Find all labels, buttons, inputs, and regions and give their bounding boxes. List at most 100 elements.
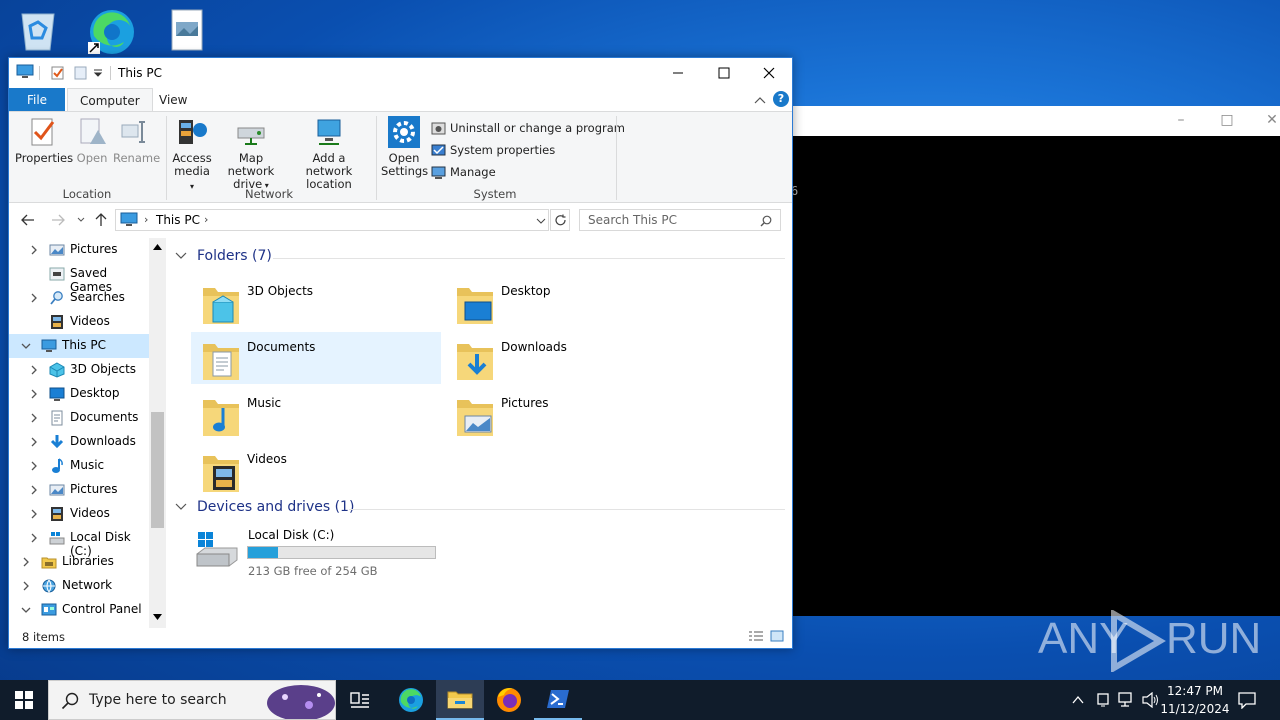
collapse-ribbon-icon[interactable] — [754, 95, 766, 105]
search-input[interactable]: Search This PC — [588, 213, 677, 227]
chevron-right-icon[interactable] — [29, 365, 39, 375]
device-icon[interactable] — [1096, 692, 1110, 708]
minimize-button[interactable] — [655, 58, 701, 88]
chevron-down-icon[interactable] — [21, 341, 31, 351]
manage-button[interactable]: Manage — [431, 163, 496, 181]
details-view-icon[interactable] — [748, 630, 764, 642]
taskbar-edge-button[interactable] — [387, 680, 435, 720]
chevron-right-icon[interactable] — [29, 533, 39, 543]
tree-item[interactable]: Documents — [9, 406, 149, 430]
network-status-icon[interactable] — [1118, 692, 1136, 708]
task-view-button[interactable] — [336, 680, 384, 720]
recent-dropdown-icon[interactable] — [77, 216, 85, 224]
tree-item[interactable]: Music — [9, 454, 149, 478]
tree-item[interactable]: Local Disk (C:) — [9, 526, 149, 558]
start-button[interactable] — [0, 680, 48, 720]
chevron-right-icon[interactable] — [29, 485, 39, 495]
taskbar-firefox-button[interactable] — [485, 680, 533, 720]
recycle-bin-icon[interactable] — [16, 8, 60, 56]
folder-item[interactable]: Documents — [191, 332, 441, 384]
tab-file[interactable]: File — [9, 88, 65, 112]
scroll-thumb[interactable] — [151, 412, 164, 528]
folders-group-header[interactable]: Folders (7) — [175, 248, 272, 264]
chevron-right-icon[interactable] — [29, 509, 39, 519]
chevron-right-icon[interactable] — [21, 557, 31, 567]
tree-scrollbar[interactable] — [149, 238, 166, 628]
qat-dropdown-icon[interactable] — [93, 68, 103, 78]
tree-item[interactable]: Network — [9, 574, 149, 598]
volume-icon[interactable] — [1142, 692, 1160, 708]
chevron-right-icon[interactable] — [29, 437, 39, 447]
tree-item[interactable]: Desktop — [9, 382, 149, 406]
explorer-window[interactable]: This PC File Computer View ? Properties … — [8, 57, 793, 649]
tree-item[interactable]: Downloads — [9, 430, 149, 454]
address-bar[interactable]: › This PC › — [115, 209, 549, 231]
tree-item[interactable]: 3D Objects — [9, 358, 149, 382]
uninstall-program-button[interactable]: Uninstall or change a program — [431, 119, 625, 137]
content-pane[interactable]: Folders (7) 3D Objects Desktop Documents — [167, 238, 792, 628]
forward-arrow-icon[interactable] — [51, 214, 65, 226]
map-network-drive-button[interactable]: Map network drive ▾ — [215, 116, 287, 192]
system-properties-button[interactable]: System properties — [431, 141, 555, 159]
show-hidden-icons-icon[interactable] — [1072, 695, 1084, 704]
taskbar-explorer-button[interactable] — [436, 680, 484, 720]
tree-item[interactable]: Searches — [9, 286, 149, 310]
console-maximize-icon[interactable]: □ — [1219, 112, 1235, 128]
folder-item[interactable]: 3D Objects — [191, 276, 441, 328]
chevron-right-icon[interactable] — [29, 389, 39, 399]
large-icons-view-icon[interactable] — [770, 630, 784, 642]
console-minimize-icon[interactable]: – — [1173, 112, 1189, 128]
open-button[interactable]: Open — [75, 116, 109, 165]
folder-item[interactable]: Pictures — [445, 388, 695, 440]
chevron-right-icon[interactable] — [29, 461, 39, 471]
rename-button[interactable]: Rename — [113, 116, 160, 165]
new-folder-qat-icon[interactable] — [73, 65, 89, 81]
notifications-icon[interactable] — [1238, 691, 1256, 709]
tree-item[interactable]: This PC — [9, 334, 149, 358]
drives-group-header[interactable]: Devices and drives (1) — [175, 499, 354, 515]
tree-item[interactable]: Saved Games — [9, 262, 149, 294]
chevron-down-icon[interactable] — [21, 605, 31, 615]
scroll-up-icon[interactable] — [153, 244, 162, 250]
tree-item[interactable]: Videos — [9, 502, 149, 526]
image-file-icon[interactable] — [170, 8, 214, 56]
scroll-down-icon[interactable] — [153, 614, 162, 620]
chevron-right-icon[interactable] — [29, 245, 39, 255]
open-settings-button[interactable]: Open Settings — [381, 116, 428, 178]
search-icon[interactable] — [760, 215, 772, 227]
breadcrumb-chevron-icon[interactable]: › — [204, 213, 208, 226]
maximize-button[interactable] — [701, 58, 747, 88]
tree-item[interactable]: Videos — [9, 310, 149, 334]
back-arrow-icon[interactable] — [21, 214, 35, 226]
folder-item[interactable]: Desktop — [445, 276, 695, 328]
add-network-location-button[interactable]: Add a network location — [289, 116, 369, 191]
address-dropdown-icon[interactable] — [536, 217, 546, 225]
access-media-button[interactable]: Access media ▾ — [171, 116, 213, 193]
refresh-button[interactable] — [550, 209, 570, 231]
taskbar-search-input[interactable]: Type here to search — [89, 692, 227, 708]
taskbar-search-box[interactable]: Type here to search — [48, 680, 336, 720]
search-box[interactable]: Search This PC — [579, 209, 781, 231]
properties-qat-icon[interactable] — [50, 65, 66, 81]
breadcrumb-separator-icon[interactable]: › — [144, 213, 148, 226]
tree-item[interactable]: Libraries — [9, 550, 149, 574]
close-button[interactable] — [746, 58, 792, 88]
local-disk-item[interactable]: Local Disk (C:) 213 GB free of 254 GB — [187, 524, 447, 578]
folder-item[interactable]: Downloads — [445, 332, 695, 384]
console-window[interactable]: – □ ✕ 6 — [791, 106, 1280, 616]
taskbar-powershell-button[interactable] — [534, 680, 582, 720]
up-arrow-icon[interactable] — [95, 213, 107, 227]
breadcrumb-this-pc[interactable]: This PC — [156, 213, 200, 227]
tab-computer[interactable]: Computer — [67, 88, 153, 112]
chevron-right-icon[interactable] — [29, 293, 39, 303]
navigation-pane[interactable]: Pictures Saved Games Searches Videos This PC… — [9, 238, 167, 628]
chevron-right-icon[interactable] — [29, 413, 39, 423]
help-icon[interactable]: ? — [773, 91, 789, 107]
tab-view[interactable]: View — [147, 88, 199, 112]
chevron-right-icon[interactable] — [21, 581, 31, 591]
tree-item[interactable]: Control Panel — [9, 598, 149, 622]
console-close-icon[interactable]: ✕ — [1264, 112, 1280, 128]
properties-button[interactable]: Properties — [15, 116, 73, 165]
titlebar[interactable]: This PC — [9, 58, 792, 88]
clock-date[interactable]: 11/12/2024 — [1160, 702, 1230, 716]
